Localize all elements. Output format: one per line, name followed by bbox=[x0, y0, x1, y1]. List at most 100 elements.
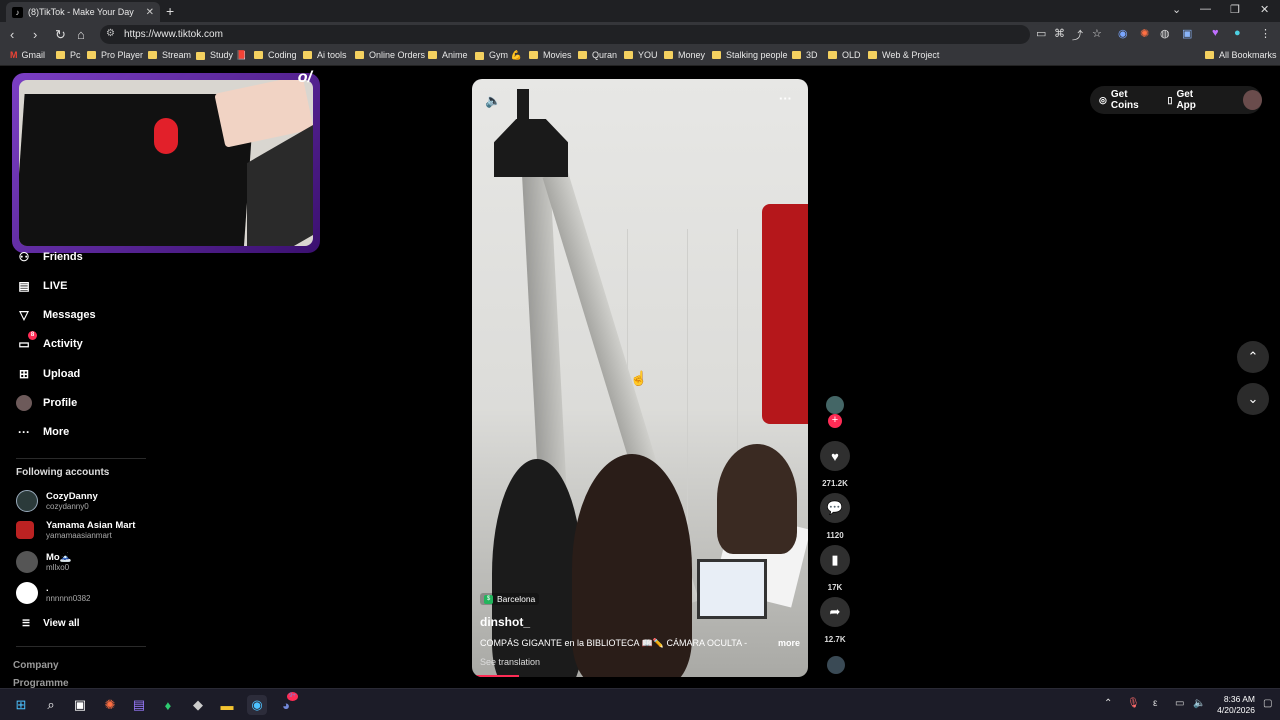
all-bookmarks[interactable]: All Bookmarks bbox=[1205, 50, 1277, 60]
file-explorer-icon[interactable]: ▬ bbox=[217, 695, 237, 715]
get-coins-button[interactable]: ◎ Get Coins bbox=[1099, 89, 1156, 111]
music-disc-icon[interactable] bbox=[827, 656, 845, 674]
bookmark-folder[interactable]: Anime bbox=[428, 50, 468, 60]
home-icon[interactable]: ⌂ bbox=[77, 27, 85, 42]
close-window-icon[interactable]: ✕ bbox=[1260, 3, 1269, 16]
heart-icon[interactable]: ♥ bbox=[820, 441, 850, 471]
bookmark-folder[interactable]: Quran bbox=[578, 50, 617, 60]
minimize-icon[interactable]: — bbox=[1200, 3, 1211, 15]
tab-search-icon[interactable]: ⌄ bbox=[1172, 3, 1181, 16]
extension-globe-icon[interactable]: ◍ bbox=[1160, 27, 1170, 40]
folder-icon bbox=[529, 51, 538, 59]
notifications-icon[interactable]: ▢ bbox=[1263, 698, 1272, 709]
app-burst-icon[interactable]: ✺ bbox=[100, 695, 120, 715]
new-tab-icon[interactable]: + bbox=[166, 3, 174, 19]
browser-tab[interactable]: ♪ (8)TikTok - Make Your Day ✕ bbox=[6, 2, 160, 22]
bookmark-folder[interactable]: Pro Player bbox=[87, 50, 143, 60]
bookmark-star-icon[interactable]: ☆ bbox=[1092, 27, 1102, 40]
browser-menu-icon[interactable]: ⋮ bbox=[1260, 27, 1271, 40]
following-account[interactable]: Mo🗻 mllxo0 bbox=[16, 551, 72, 573]
comment-icon[interactable]: 💬 bbox=[820, 493, 850, 523]
view-all-button[interactable]: ☰ View all bbox=[22, 618, 80, 629]
site-info-icon[interactable]: ⚙ bbox=[106, 28, 115, 39]
more-button[interactable]: more bbox=[778, 638, 800, 649]
bookmark-icon[interactable]: ▮ bbox=[820, 545, 850, 575]
extension-burst-icon[interactable]: ✺ bbox=[1140, 27, 1149, 40]
clock-time: 8:36 AM bbox=[1223, 694, 1255, 704]
close-tab-icon[interactable]: ✕ bbox=[146, 7, 154, 18]
share-icon[interactable]: ⤴ bbox=[1072, 27, 1083, 43]
bookmark-gmail[interactable]: M Gmail bbox=[10, 50, 45, 60]
sidebar-item-friends[interactable]: ⚇ Friends bbox=[16, 249, 83, 265]
bookmark-folder[interactable]: OLD bbox=[828, 50, 861, 60]
url-bar[interactable]: ⚙ https://www.tiktok.com bbox=[100, 25, 1030, 44]
previous-video-button[interactable]: ⌃ bbox=[1237, 341, 1269, 373]
bookmark-folder[interactable]: Stalking people bbox=[712, 50, 788, 60]
user-avatar[interactable] bbox=[1242, 90, 1262, 110]
bookmark-folder[interactable]: YOU bbox=[624, 50, 658, 60]
share-action[interactable]: ➦ 12.7K bbox=[820, 597, 850, 644]
bookmark-folder[interactable]: Coding bbox=[254, 50, 297, 60]
browser-profile-icon[interactable]: ● bbox=[1234, 27, 1241, 39]
forward-icon[interactable]: › bbox=[33, 27, 37, 42]
share-arrow-icon[interactable]: ➦ bbox=[820, 597, 850, 627]
bookmark-folder[interactable]: Study 📕 bbox=[196, 50, 247, 61]
extensions-puzzle-icon[interactable]: ▣ bbox=[1182, 27, 1192, 40]
cast-icon[interactable]: ▭ bbox=[1036, 27, 1046, 40]
browser-taskbar-icon[interactable]: ◉ bbox=[247, 695, 267, 715]
save-action[interactable]: ▮ 17K bbox=[820, 545, 850, 592]
volume-icon[interactable]: 🔈 bbox=[1193, 698, 1205, 709]
follow-plus-icon[interactable]: + bbox=[828, 414, 842, 428]
windows-start-icon[interactable]: ⊞ bbox=[11, 695, 31, 715]
following-account[interactable]: . nnnnnn0382 bbox=[16, 582, 91, 604]
following-account[interactable]: CozyDanny cozydanny0 bbox=[16, 490, 98, 512]
system-clock[interactable]: 8:36 AM 4/20/2026 bbox=[1207, 694, 1255, 716]
like-action[interactable]: ♥ 271.2K bbox=[820, 441, 850, 488]
discord-icon[interactable]: ◕ 9+ bbox=[276, 692, 298, 715]
bookmark-folder[interactable]: Movies bbox=[529, 50, 572, 60]
translate-icon[interactable]: ⌘ bbox=[1054, 27, 1065, 40]
sidebar-item-more[interactable]: ··· More bbox=[16, 424, 69, 440]
video-options-icon[interactable]: ··· bbox=[779, 91, 792, 106]
get-app-button[interactable]: ▯ Get App bbox=[1168, 89, 1213, 111]
app-bottle-icon[interactable]: ♦ bbox=[158, 695, 178, 715]
bookmark-folder[interactable]: Gym 💪 bbox=[475, 50, 522, 61]
sidebar-item-profile[interactable]: Profile bbox=[16, 395, 77, 411]
folder-icon bbox=[254, 51, 263, 59]
profile-extension-icon[interactable]: ♥ bbox=[1212, 27, 1219, 39]
bookmark-folder[interactable]: Money bbox=[664, 50, 705, 60]
bookmark-folder[interactable]: 3D bbox=[792, 50, 818, 60]
sidebar-item-live[interactable]: ▤ LIVE bbox=[16, 278, 67, 294]
mute-icon[interactable]: 🔈 bbox=[485, 93, 501, 109]
location-tag[interactable]: $ Barcelona bbox=[480, 593, 540, 605]
bookmark-folder[interactable]: Online Orders bbox=[355, 50, 425, 60]
creator-avatar[interactable] bbox=[826, 396, 844, 414]
video-author[interactable]: dinshot_ bbox=[480, 615, 800, 629]
app-editor-icon[interactable]: ▤ bbox=[129, 695, 149, 715]
sidebar-item-upload[interactable]: ⊞ Upload bbox=[16, 366, 80, 382]
extension-wave-icon[interactable]: ◉ bbox=[1118, 27, 1128, 40]
bookmark-folder[interactable]: Web & Project bbox=[868, 50, 939, 60]
sidebar-item-label: More bbox=[43, 426, 70, 438]
see-translation-button[interactable]: See translation bbox=[480, 657, 800, 667]
network-icon[interactable]: ▭ bbox=[1175, 698, 1184, 709]
bookmark-folder[interactable]: Stream bbox=[148, 50, 191, 60]
next-video-button[interactable]: ⌄ bbox=[1237, 383, 1269, 415]
reload-icon[interactable]: ↻ bbox=[55, 27, 66, 43]
input-language-icon[interactable]: ε bbox=[1153, 698, 1157, 709]
sidebar-item-messages[interactable]: ▽ Messages bbox=[16, 307, 95, 323]
bookmark-folder[interactable]: Ai tools bbox=[303, 50, 347, 60]
app-cube-icon[interactable]: ◆ bbox=[188, 695, 208, 715]
footer-company-link[interactable]: Company bbox=[13, 660, 59, 671]
bookmark-folder[interactable]: Pc bbox=[56, 50, 81, 60]
video-progress-bar[interactable] bbox=[472, 675, 520, 677]
following-account[interactable]: Yamama Asian Mart yamamaasianmart bbox=[16, 520, 135, 540]
sidebar-item-activity[interactable]: ▭ 8 Activity bbox=[16, 331, 83, 352]
microphone-icon[interactable]: 🎙 bbox=[1127, 698, 1140, 709]
comment-action[interactable]: 💬 1120 bbox=[820, 493, 850, 540]
search-icon[interactable]: ⌕ bbox=[41, 695, 61, 715]
back-icon[interactable]: ‹ bbox=[10, 27, 14, 42]
tray-overflow-icon[interactable]: ⌃ bbox=[1104, 698, 1112, 709]
store-icon[interactable]: ▣ bbox=[70, 695, 90, 715]
restore-icon[interactable]: ❐ bbox=[1230, 3, 1240, 16]
